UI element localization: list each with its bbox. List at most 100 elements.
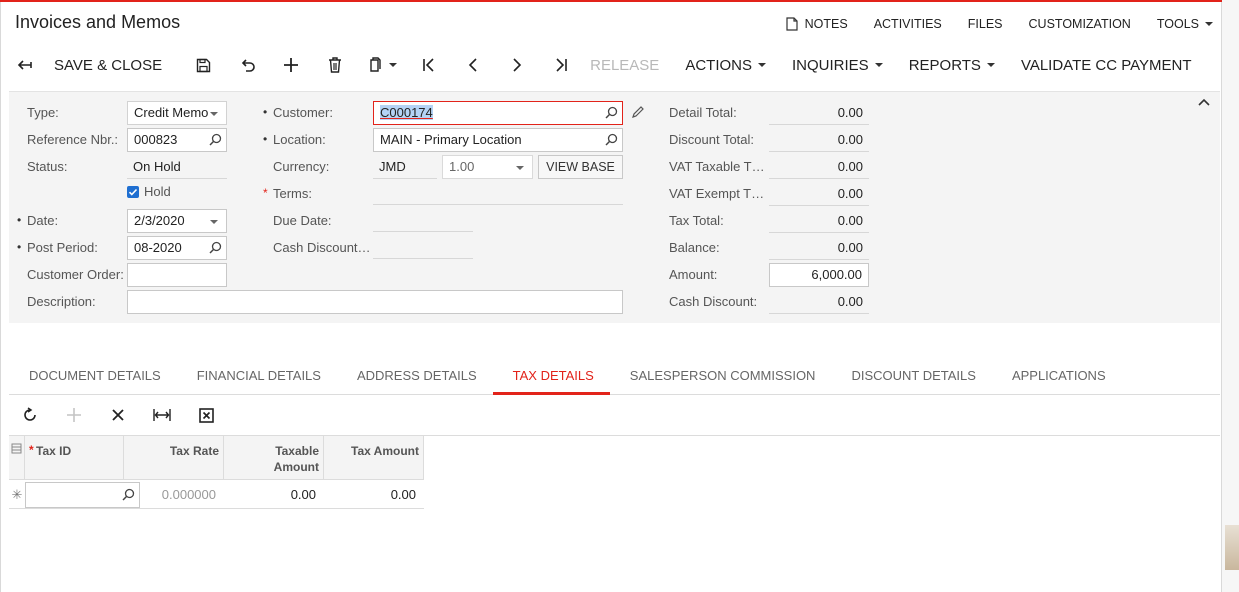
add-row-button[interactable] <box>62 403 86 427</box>
search-icon[interactable] <box>209 133 222 146</box>
view-base-button[interactable]: VIEW BASE <box>538 155 623 179</box>
post-period-value: 08-2020 <box>134 240 182 255</box>
chevron-down-icon <box>986 63 995 67</box>
hold-checkbox[interactable] <box>127 186 139 198</box>
currency-code[interactable]: JMD <box>373 155 437 179</box>
balance-value: 0.00 <box>769 236 869 260</box>
date-field[interactable]: 2/3/2020 <box>127 209 227 233</box>
tax-id-input[interactable] <box>25 482 140 508</box>
activities-link[interactable]: ACTIVITIES <box>874 17 942 31</box>
delete-button[interactable] <box>320 50 350 80</box>
vat-taxable-total-value: 0.00 <box>769 155 869 179</box>
next-record-button[interactable] <box>502 50 532 80</box>
chevron-down-icon <box>1205 22 1213 26</box>
reports-menu[interactable]: REPORTS <box>909 57 995 74</box>
description-field[interactable] <box>127 290 623 314</box>
vat-exempt-total-value: 0.00 <box>769 182 869 206</box>
taxable-amount-cell[interactable]: 0.00 <box>224 481 324 509</box>
last-record-button[interactable] <box>546 50 576 80</box>
currency-rate-select[interactable]: 1.00 <box>442 155 533 179</box>
chevron-down-icon <box>389 63 398 67</box>
copy-paste-button[interactable] <box>364 50 400 80</box>
tab-document-details[interactable]: DOCUMENT DETAILS <box>9 358 177 395</box>
release-button[interactable]: RELEASE <box>590 57 659 74</box>
collapse-icon[interactable] <box>1198 98 1210 106</box>
search-icon[interactable] <box>209 241 222 254</box>
tax-id-header[interactable]: * Tax ID <box>25 436 124 480</box>
customer-order-label: Customer Order: <box>27 267 124 282</box>
customization-link[interactable]: CUSTOMIZATION <box>1029 17 1131 31</box>
refresh-button[interactable] <box>18 403 42 427</box>
customer-order-field[interactable] <box>127 263 227 287</box>
save-button[interactable] <box>188 50 218 80</box>
customer-label: Customer: <box>273 105 333 120</box>
top-links: NOTES ACTIVITIES FILES CUSTOMIZATION TOO… <box>760 17 1213 31</box>
amount-label: Amount: <box>669 267 718 282</box>
taxable-amount-header[interactable]: Taxable Amount <box>224 436 324 480</box>
terms-field[interactable] <box>373 181 623 205</box>
tax-total-label: Tax Total: <box>669 213 724 228</box>
save-icon <box>196 58 210 72</box>
cash-discount-date-label: Cash Discount… <box>273 240 371 255</box>
notes-link[interactable]: NOTES <box>786 17 848 31</box>
tab-address-details[interactable]: ADDRESS DETAILS <box>337 358 493 395</box>
cash-discount-date-field[interactable] <box>373 235 473 259</box>
accent-top-line <box>0 0 1222 2</box>
save-close-button[interactable]: SAVE & CLOSE <box>54 57 162 74</box>
export-excel-button[interactable] <box>194 403 218 427</box>
amount-field[interactable]: 6,000.00 <box>769 263 869 287</box>
required-marker: • <box>17 240 22 254</box>
discount-total-value: 0.00 <box>769 128 869 152</box>
inquiries-menu[interactable]: INQUIRIES <box>792 57 883 74</box>
tax-amount-header[interactable]: Tax Amount <box>324 436 424 480</box>
row-selector-icon <box>11 443 22 454</box>
tab-applications[interactable]: APPLICATIONS <box>992 358 1122 395</box>
first-record-button[interactable] <box>414 50 444 80</box>
refresh-icon <box>24 407 36 421</box>
copy-paste-icon <box>370 57 381 72</box>
back-button[interactable] <box>10 50 40 80</box>
previous-icon <box>468 58 477 72</box>
search-icon[interactable] <box>122 488 135 501</box>
add-button[interactable] <box>276 50 306 80</box>
files-link[interactable]: FILES <box>968 17 1003 31</box>
tax-id-header-label: Tax ID <box>36 444 72 458</box>
notes-label: NOTES <box>804 17 848 31</box>
status-value: On Hold <box>127 155 227 179</box>
grid-toolbar <box>18 403 238 427</box>
back-arrow-icon <box>17 60 32 70</box>
due-date-label: Due Date: <box>273 213 332 228</box>
inquiries-label: INQUIRIES <box>792 56 869 74</box>
chevron-down-icon <box>758 63 766 67</box>
tax-amount-cell[interactable]: 0.00 <box>324 481 424 509</box>
tax-amount-header-label: Tax Amount <box>351 444 419 458</box>
balance-label: Balance: <box>669 240 720 255</box>
location-field[interactable]: MAIN - Primary Location <box>373 128 623 152</box>
validate-cc-payment-button[interactable]: VALIDATE CC PAYMENT <box>1021 57 1192 74</box>
fit-columns-button[interactable] <box>150 403 174 427</box>
post-period-field[interactable]: 08-2020 <box>127 236 227 260</box>
tab-tax-details[interactable]: TAX DETAILS <box>492 358 610 395</box>
reference-nbr-label: Reference Nbr.: <box>27 132 119 147</box>
actions-menu[interactable]: ACTIONS <box>685 57 766 74</box>
customer-field[interactable]: C000174 <box>373 101 623 125</box>
type-select[interactable]: Credit Memo <box>127 101 227 125</box>
tools-menu[interactable]: TOOLS <box>1157 17 1213 31</box>
search-icon[interactable] <box>605 106 618 119</box>
vat-exempt-total-label: VAT Exempt T… <box>669 186 765 201</box>
add-icon <box>284 58 299 72</box>
search-icon[interactable] <box>605 133 618 146</box>
row-selector-header[interactable] <box>9 436 25 480</box>
tax-rate-cell[interactable]: 0.000000 <box>141 481 224 509</box>
tab-discount-details[interactable]: DISCOUNT DETAILS <box>831 358 991 395</box>
tab-salesperson-commission[interactable]: SALESPERSON COMMISSION <box>610 358 832 395</box>
previous-record-button[interactable] <box>458 50 488 80</box>
tax-rate-header[interactable]: Tax Rate <box>124 436 224 480</box>
reference-nbr-field[interactable]: 000823 <box>127 128 227 152</box>
undo-button[interactable] <box>232 50 262 80</box>
edit-icon[interactable] <box>631 105 645 119</box>
tab-financial-details[interactable]: FINANCIAL DETAILS <box>177 358 337 395</box>
delete-row-button[interactable] <box>106 403 130 427</box>
currency-label: Currency: <box>273 159 330 174</box>
due-date-field[interactable] <box>373 208 473 232</box>
